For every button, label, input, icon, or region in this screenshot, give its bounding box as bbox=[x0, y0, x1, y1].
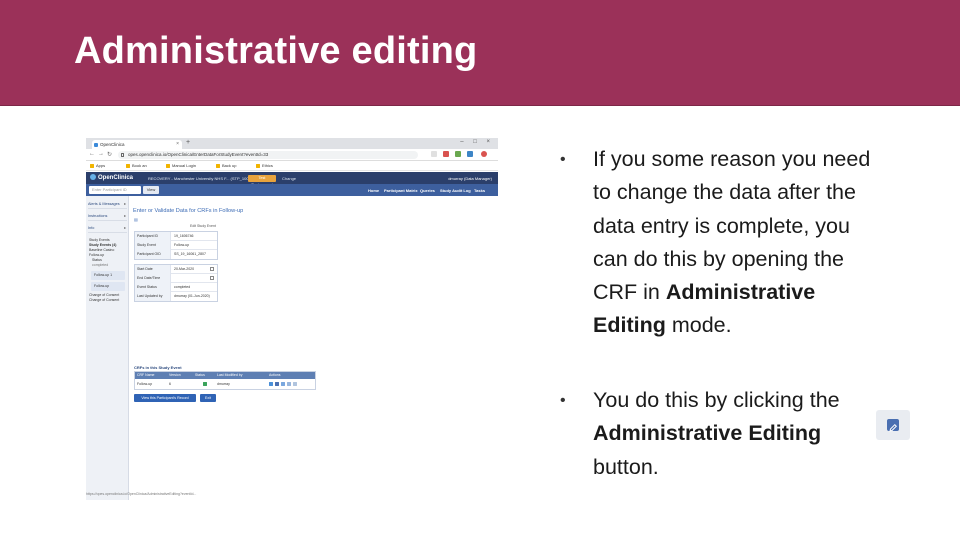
extension-icon[interactable] bbox=[455, 151, 461, 157]
edit-study-event-link[interactable]: Edit Study Event bbox=[190, 224, 216, 228]
bullet-marker: • bbox=[560, 151, 566, 168]
chevron-down-icon: ▸ bbox=[124, 226, 126, 230]
view-icon[interactable] bbox=[269, 382, 273, 386]
crf-table: CRF Name Version Status Last Modified by… bbox=[134, 371, 316, 390]
exit-button[interactable]: Exit bbox=[200, 394, 216, 402]
bookmark-item[interactable]: Book an bbox=[126, 163, 147, 168]
checkbox[interactable] bbox=[210, 276, 214, 280]
sidebar-line[interactable]: Change of Consent bbox=[89, 293, 119, 297]
reassign-icon[interactable] bbox=[287, 382, 291, 386]
pencil-icon bbox=[887, 419, 899, 432]
folder-icon bbox=[126, 163, 130, 168]
sidebar-alerts[interactable]: Alerts & Messages ▸ bbox=[88, 200, 127, 209]
sidebar-line[interactable]: Follow-up bbox=[89, 253, 104, 257]
sidebar-info[interactable]: Info ▸ bbox=[88, 224, 127, 233]
app-screenshot: OpenClinica × + – □ × ← → ↻ opes.opencli… bbox=[86, 138, 498, 500]
tab-close-icon[interactable]: × bbox=[176, 140, 179, 149]
reload-icon[interactable]: ↻ bbox=[107, 151, 112, 158]
logo-icon bbox=[90, 174, 96, 180]
sidebar-line: Status bbox=[92, 258, 102, 262]
folder-icon bbox=[90, 163, 94, 168]
browser-tabbar: OpenClinica × + – □ × bbox=[86, 138, 498, 149]
event-info-table: Start Date 20-Mar-2020 End Date/Time Even… bbox=[134, 264, 218, 302]
table-row: Participant ID 19_1606746 bbox=[135, 232, 217, 241]
checkbox[interactable] bbox=[210, 267, 214, 271]
browser-tab[interactable]: OpenClinica × bbox=[92, 140, 182, 149]
nav-home[interactable]: Home bbox=[368, 188, 379, 193]
table-row: Participant OID SS_19_16061_2807 bbox=[135, 250, 217, 259]
folder-icon bbox=[256, 163, 260, 168]
page-title: Enter or Validate Data for CRFs in Follo… bbox=[133, 208, 244, 214]
participant-info-table: Participant ID 19_1606746 Study Event Foll… bbox=[134, 231, 218, 260]
app-header: OpenClinica RECOVERY - Manchester Univer… bbox=[86, 172, 498, 187]
view-button[interactable]: View bbox=[143, 186, 159, 194]
remove-icon[interactable] bbox=[293, 382, 297, 386]
sidebar-line: completed bbox=[92, 263, 109, 267]
bookmark-item[interactable]: Manual Login bbox=[166, 163, 196, 168]
sidebar-line[interactable]: Baseline Casino bbox=[89, 248, 114, 252]
sidebar-item-followup[interactable]: Follow-up 1 bbox=[91, 271, 125, 280]
bullet-item-2: You do this by clicking the Administrati… bbox=[593, 388, 840, 479]
folder-icon bbox=[166, 163, 170, 168]
participant-search-input[interactable]: Enter Participant ID bbox=[89, 186, 141, 194]
sidebar-line: Study Events (4) bbox=[89, 243, 117, 247]
app-nav: Enter Participant ID View Home Participa… bbox=[86, 184, 498, 196]
sidebar-instructions[interactable]: Instructions ▸ bbox=[88, 212, 127, 221]
crfs-section-title: CRFs in this Study Event bbox=[134, 365, 182, 370]
table-row: Follow-up 6 dmurray bbox=[135, 379, 315, 389]
chevron-down-icon: ▸ bbox=[124, 214, 126, 218]
extension-icon[interactable] bbox=[467, 151, 473, 157]
address-bar: ← → ↻ opes.openclinica.io/OpenClinica/En… bbox=[86, 149, 498, 161]
back-icon[interactable]: ← bbox=[89, 151, 95, 157]
table-header: CRF Name Version Status Last Modified by… bbox=[135, 372, 315, 379]
bookmark-item[interactable]: Apps bbox=[90, 163, 105, 168]
administrative-editing-icon[interactable] bbox=[275, 382, 279, 386]
completed-status-icon bbox=[203, 382, 207, 386]
bookmark-item[interactable]: Ethics bbox=[256, 163, 273, 168]
nav-study-audit-log[interactable]: Study Audit Log bbox=[440, 188, 471, 193]
new-tab-icon[interactable]: + bbox=[186, 139, 190, 146]
table-row: Event Status completed bbox=[135, 283, 217, 292]
app-logo[interactable]: OpenClinica bbox=[90, 174, 133, 181]
sidebar: Alerts & Messages ▸ Instructions ▸ Info ▸ S… bbox=[86, 196, 129, 500]
bullet-list: • If you some reason you need to change … bbox=[540, 0, 960, 540]
environment-badge: Test Environment bbox=[248, 174, 276, 187]
view-link-icon[interactable]: ▤ bbox=[134, 217, 138, 222]
change-study-link[interactable]: Change bbox=[282, 176, 296, 181]
url-field[interactable]: opes.openclinica.io/OpenClinica/EnterDat… bbox=[118, 151, 418, 159]
forward-icon[interactable]: → bbox=[98, 151, 104, 157]
bookmarks-bar: Apps Book an Manual Login Back up Ethics bbox=[86, 161, 498, 171]
window-controls[interactable]: – □ × bbox=[460, 139, 494, 145]
slide: Administrative editing OpenClinica × + –… bbox=[0, 0, 960, 540]
sidebar-line: Study Events bbox=[89, 238, 110, 242]
study-name: RECOVERY - Manchester University NHS F..… bbox=[148, 175, 253, 181]
chevron-down-icon: ▸ bbox=[124, 202, 126, 206]
nav-queries[interactable]: Queries bbox=[420, 188, 435, 193]
print-icon[interactable] bbox=[281, 382, 285, 386]
browser-status-url: https://opes.openclinica.io/OpenClinica/… bbox=[86, 492, 197, 496]
nav-tasks[interactable]: Tasks bbox=[474, 188, 485, 193]
lock-icon bbox=[121, 153, 124, 157]
slide-title: Administrative editing bbox=[74, 30, 478, 72]
folder-icon bbox=[216, 163, 220, 168]
bookmark-item[interactable]: Back up bbox=[216, 163, 236, 168]
user-menu[interactable]: dmurray (Data Manager) bbox=[448, 176, 492, 181]
star-icon[interactable] bbox=[431, 151, 437, 157]
table-row: End Date/Time bbox=[135, 274, 217, 283]
bullet-item-1: If you some reason you need to change th… bbox=[593, 147, 871, 338]
url-text: opes.openclinica.io/OpenClinica/EnterDat… bbox=[128, 152, 269, 157]
extension-icon[interactable] bbox=[443, 151, 449, 157]
table-row: Study Event Follow-up bbox=[135, 241, 217, 250]
nav-participant-matrix[interactable]: Participant Matrix bbox=[384, 188, 418, 193]
view-participant-record-button[interactable]: View this Participant's Record bbox=[134, 394, 196, 402]
table-row: Last Updated by dmurray (01-Jun-2020) bbox=[135, 292, 217, 301]
favicon-icon bbox=[94, 142, 98, 147]
bullet-marker: • bbox=[560, 392, 566, 409]
sidebar-line[interactable]: Change of Consent bbox=[89, 298, 119, 302]
profile-avatar[interactable] bbox=[481, 151, 487, 157]
tab-title: OpenClinica bbox=[100, 142, 125, 147]
table-row: Start Date 20-Mar-2020 bbox=[135, 265, 217, 274]
sidebar-item-followup[interactable]: Follow-up bbox=[91, 282, 125, 291]
administrative-editing-button[interactable] bbox=[876, 410, 910, 440]
